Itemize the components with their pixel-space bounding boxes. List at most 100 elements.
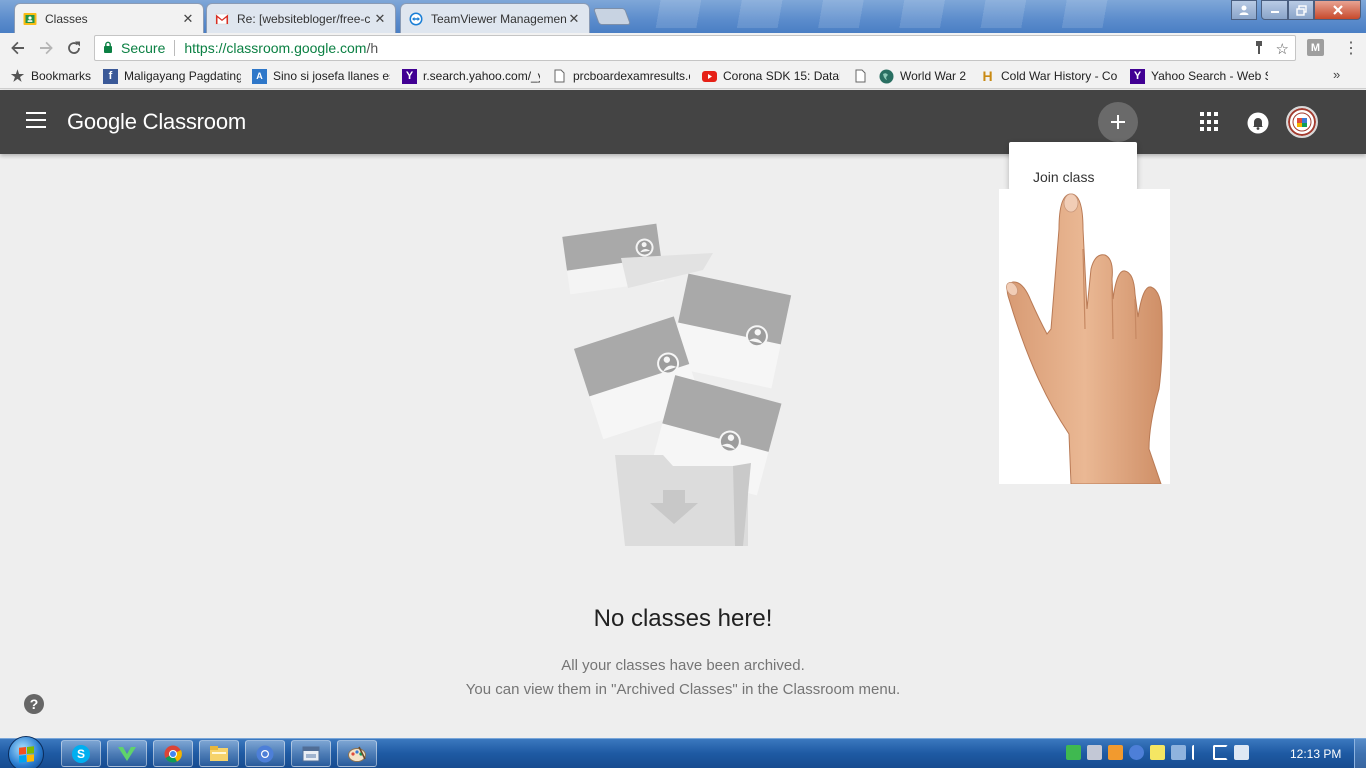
forward-button[interactable] bbox=[36, 38, 56, 58]
tab-teamviewer[interactable]: TeamViewer Managemen ✕ bbox=[400, 3, 590, 33]
archived-classes-illustration-icon bbox=[562, 223, 792, 546]
window-icon bbox=[302, 746, 320, 761]
bookmark-item[interactable]: Corona SDK 15: Datab bbox=[702, 67, 840, 85]
taskbar-window[interactable] bbox=[291, 740, 331, 767]
reload-button[interactable] bbox=[64, 38, 84, 58]
taskbar-paint[interactable] bbox=[337, 740, 377, 767]
page-icon bbox=[552, 69, 567, 84]
show-desktop-button[interactable] bbox=[1354, 739, 1366, 768]
bookmark-item[interactable]: Y Yahoo Search - Web S bbox=[1130, 67, 1268, 85]
taskbar-file-explorer[interactable] bbox=[199, 740, 239, 767]
volume-icon[interactable] bbox=[1213, 745, 1228, 760]
network-icon[interactable] bbox=[1234, 745, 1249, 760]
browser-menu-icon[interactable]: ⋮ bbox=[1343, 38, 1359, 58]
forward-arrow-icon bbox=[40, 41, 53, 55]
notifications-bell-icon[interactable] bbox=[1247, 112, 1269, 134]
tray-fox-icon[interactable] bbox=[1108, 745, 1123, 760]
page-icon bbox=[853, 69, 868, 84]
tray-chrome-icon[interactable] bbox=[1129, 745, 1144, 760]
tab-gmail[interactable]: Re: [websitebloger/free-c ✕ bbox=[206, 3, 396, 33]
bookmark-label: Yahoo Search - Web S bbox=[1151, 69, 1268, 83]
taskbar-chrome[interactable] bbox=[153, 740, 193, 767]
youtube-icon bbox=[702, 69, 717, 84]
chrome-icon bbox=[164, 745, 182, 762]
tray-network-app-icon[interactable] bbox=[1171, 745, 1186, 760]
bookmark-item[interactable]: H Cold War History - Co bbox=[980, 67, 1118, 85]
pointing-hand-icon bbox=[1006, 193, 1163, 485]
tab-title: Re: [websitebloger/free-c bbox=[237, 11, 371, 26]
taskbar-skype[interactable]: S bbox=[61, 740, 101, 767]
bookmarks-menu[interactable]: ★ Bookmarks bbox=[10, 67, 92, 85]
windows-logo-icon bbox=[19, 746, 34, 763]
bookmark-label: prcboardexamresults.c bbox=[573, 69, 690, 83]
yahoo-icon: Y bbox=[402, 68, 417, 84]
star-bookmark-icon[interactable]: ☆ bbox=[1276, 40, 1289, 59]
bookmark-label: Cold War History - Co bbox=[1001, 69, 1118, 83]
main-menu-icon[interactable] bbox=[26, 112, 46, 128]
bookmark-item[interactable]: prcboardexamresults.c bbox=[552, 67, 690, 85]
bookmark-label: Sino si josefa llanes es bbox=[273, 69, 390, 83]
omnibox-actions: ☆ bbox=[1254, 40, 1289, 59]
divider bbox=[174, 40, 176, 56]
close-icon bbox=[1332, 5, 1343, 15]
globe-icon bbox=[879, 69, 894, 84]
restore-icon bbox=[1295, 4, 1307, 16]
bookmark-item[interactable] bbox=[853, 67, 873, 85]
close-icon[interactable]: ✕ bbox=[373, 11, 387, 27]
close-icon[interactable]: ✕ bbox=[181, 11, 195, 27]
star-icon: ★ bbox=[10, 68, 25, 85]
plus-icon bbox=[1111, 115, 1125, 129]
tray-app-icon[interactable] bbox=[1087, 745, 1102, 760]
browser-tab-strip: Classes ✕ Re: [websitebloger/free-c ✕ Te… bbox=[0, 0, 1366, 33]
app-title[interactable]: Google Classroom bbox=[67, 109, 246, 135]
help-button[interactable]: ? bbox=[24, 694, 44, 714]
start-button[interactable] bbox=[8, 736, 44, 768]
user-menu-button[interactable] bbox=[1231, 0, 1257, 20]
close-window-button[interactable] bbox=[1314, 0, 1361, 20]
google-apps-icon[interactable] bbox=[1200, 112, 1220, 132]
bookmark-item[interactable]: Y r.search.yahoo.com/_y bbox=[402, 67, 540, 85]
join-class-menu-item[interactable]: Join class bbox=[1033, 169, 1094, 185]
address-bar[interactable]: Secure https://classroom.google.com/h ☆ bbox=[94, 35, 1296, 61]
url-host: https://classroom.google.com bbox=[184, 40, 367, 56]
tab-classes[interactable]: Classes ✕ bbox=[14, 3, 204, 33]
create-join-menu: Join class bbox=[1009, 142, 1137, 190]
file-explorer-icon bbox=[210, 746, 228, 761]
paint-icon bbox=[348, 746, 366, 762]
back-arrow-icon bbox=[11, 41, 24, 55]
close-icon[interactable]: ✕ bbox=[567, 11, 581, 27]
bookmark-label: World War 2 bbox=[900, 69, 967, 83]
url-text: https://classroom.google.com/h bbox=[184, 40, 378, 56]
bookmark-label: r.search.yahoo.com/_y bbox=[423, 69, 540, 83]
bookmark-item[interactable]: World War 2 bbox=[879, 67, 971, 85]
restore-button[interactable] bbox=[1288, 0, 1314, 20]
create-join-class-button[interactable] bbox=[1098, 102, 1138, 142]
tray-vectorworks-icon[interactable] bbox=[1066, 745, 1081, 760]
action-center-flag-icon[interactable] bbox=[1192, 745, 1207, 760]
empty-state-hint: You can view them in "Archived Classes" … bbox=[465, 681, 901, 698]
bookmark-item[interactable]: f Maligayang Pagdating bbox=[103, 67, 241, 85]
empty-state-title: No classes here! bbox=[593, 605, 773, 632]
minimize-button[interactable] bbox=[1261, 0, 1288, 20]
minimize-icon bbox=[1270, 11, 1279, 13]
system-tray bbox=[1066, 745, 1249, 760]
tab-title: TeamViewer Managemen bbox=[431, 11, 567, 26]
taskbar-clock[interactable]: 12:13 PM bbox=[1290, 747, 1341, 761]
school-seal-icon bbox=[1288, 108, 1316, 136]
back-button[interactable] bbox=[8, 38, 28, 58]
windows-taskbar: S 12:13 PM bbox=[0, 736, 1366, 768]
bookmark-label: Corona SDK 15: Datab bbox=[723, 69, 840, 83]
account-avatar[interactable] bbox=[1286, 106, 1318, 138]
bookmarks-overflow-button[interactable]: » bbox=[1333, 67, 1340, 82]
teamviewer-icon bbox=[409, 12, 423, 26]
paint-brush-icon[interactable] bbox=[1254, 40, 1264, 59]
tray-notes-icon[interactable] bbox=[1150, 745, 1165, 760]
extension-m-icon[interactable]: M bbox=[1307, 39, 1324, 56]
taskbar-vectorworks[interactable] bbox=[107, 740, 147, 767]
bookmark-item[interactable]: A Sino si josefa llanes es bbox=[252, 67, 390, 85]
taskbar-chrome-app[interactable] bbox=[245, 740, 285, 767]
user-icon bbox=[1239, 5, 1249, 15]
new-tab-button[interactable] bbox=[592, 8, 632, 25]
url-path: /h bbox=[366, 40, 379, 56]
yahoo-icon: Y bbox=[1130, 68, 1145, 84]
